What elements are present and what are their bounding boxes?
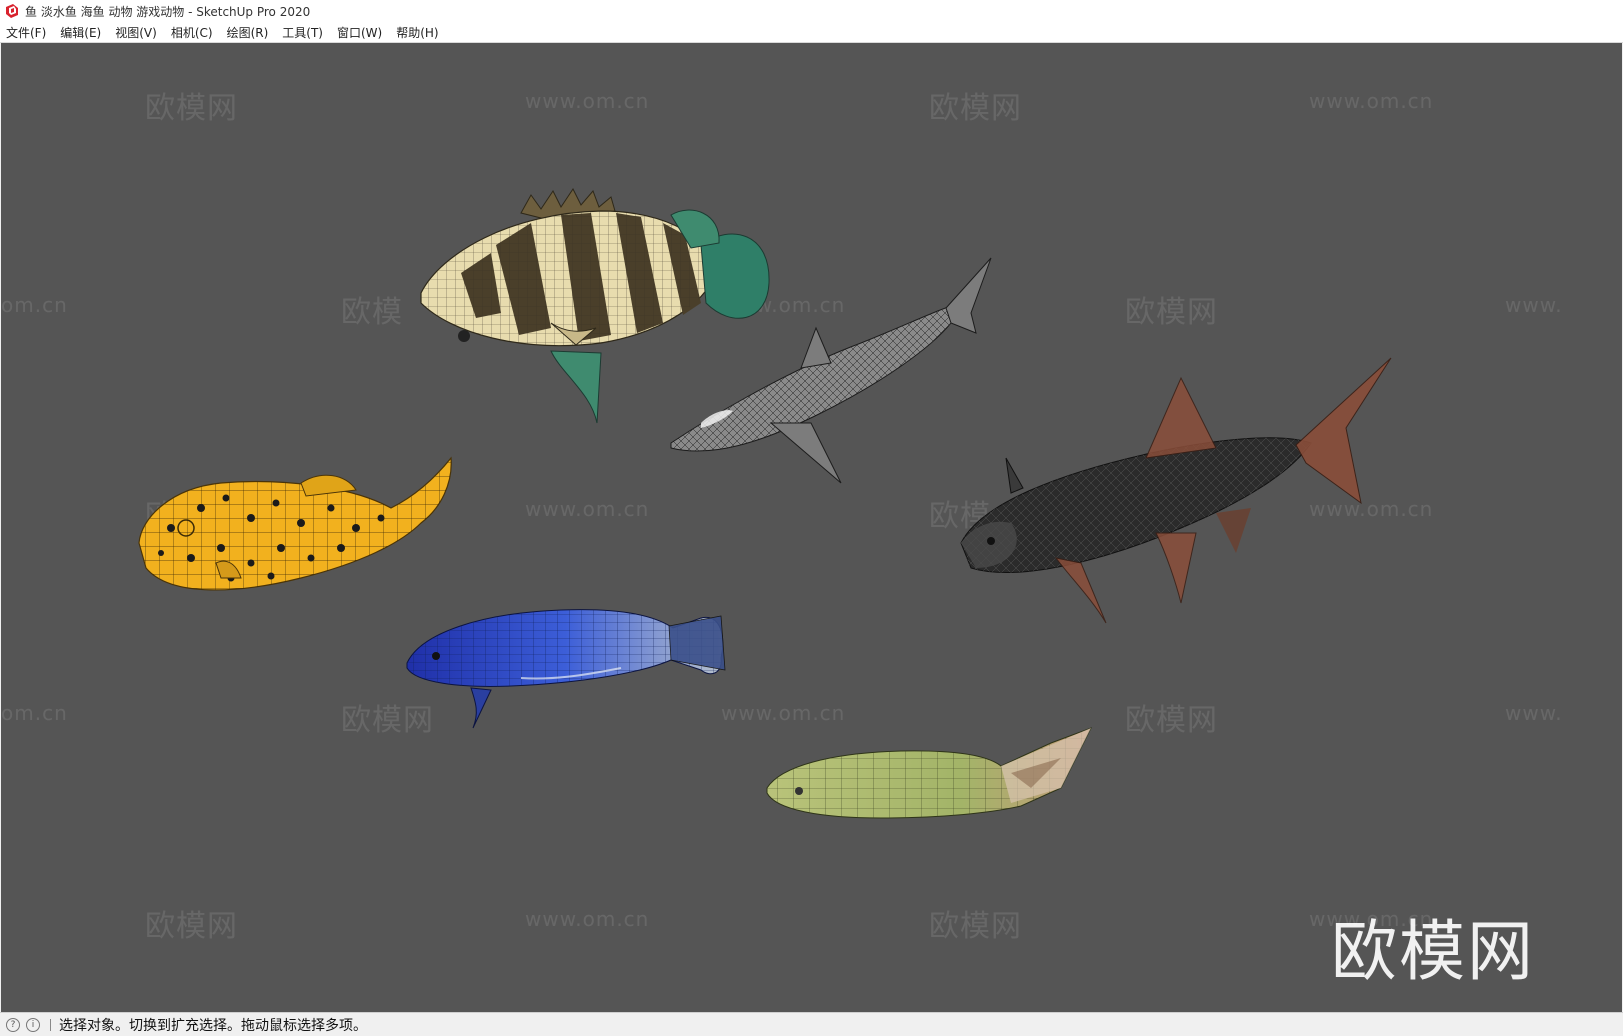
- menu-camera[interactable]: 相机(C): [164, 22, 220, 43]
- watermark-cn: 欧模网: [1125, 703, 1218, 738]
- watermark-cn: 欧模网: [145, 91, 238, 126]
- shark-model[interactable]: [661, 253, 1001, 513]
- status-divider: [50, 1018, 51, 1031]
- watermark-cn: 欧模网: [929, 909, 1022, 944]
- watermark-url: www.om.cn: [1309, 89, 1434, 113]
- sketchup-logo-icon: [6, 4, 18, 18]
- green-wrasse-model[interactable]: [761, 718, 1101, 828]
- watermark-cn-partial: 欧模: [341, 295, 403, 330]
- menu-window[interactable]: 窗口(W): [330, 22, 389, 43]
- menu-help[interactable]: 帮助(H): [389, 22, 445, 43]
- model-viewport[interactable]: 欧模网 www.om.cn 欧模网 www.om.cn om.cn 欧模 www…: [1, 43, 1622, 1012]
- watermark-url-partial: www.: [1505, 293, 1563, 317]
- title-bar: 鱼 淡水鱼 海鱼 动物 游戏动物 - SketchUp Pro 2020: [0, 0, 1623, 22]
- watermark-url-partial: www.: [1505, 701, 1563, 725]
- watermark-cn: 欧模网: [929, 91, 1022, 126]
- status-bar: ? i 选择对象。切换到扩充选择。拖动鼠标选择多项。: [0, 1012, 1623, 1036]
- menu-bar: 文件(F) 编辑(E) 视图(V) 相机(C) 绘图(R) 工具(T) 窗口(W…: [0, 22, 1623, 43]
- info-circle-icon[interactable]: i: [26, 1017, 40, 1032]
- watermark-url: www.om.cn: [525, 497, 650, 521]
- menu-file[interactable]: 文件(F): [0, 22, 53, 43]
- brand-logo-watermark: 欧模网: [1331, 913, 1535, 990]
- blue-cichlid-model[interactable]: [401, 598, 741, 729]
- dark-carp-model[interactable]: [951, 353, 1401, 633]
- menu-tools[interactable]: 工具(T): [275, 22, 330, 43]
- window-title: 鱼 淡水鱼 海鱼 动物 游戏动物 - SketchUp Pro 2020: [25, 4, 311, 19]
- watermark-url-partial: om.cn: [1, 293, 68, 317]
- watermark-url: www.om.cn: [525, 907, 650, 931]
- watermark-url: www.om.cn: [525, 89, 650, 113]
- status-message: 选择对象。切换到扩充选择。拖动鼠标选择多项。: [59, 1017, 367, 1034]
- menu-view[interactable]: 视图(V): [108, 22, 164, 43]
- menu-edit[interactable]: 编辑(E): [53, 22, 108, 43]
- watermark-url-partial: om.cn: [1, 701, 68, 725]
- help-circle-icon[interactable]: ?: [6, 1017, 20, 1032]
- watermark-cn: 欧模网: [145, 909, 238, 944]
- watermark-cn: 欧模网: [1125, 295, 1218, 330]
- yellow-boxfish-model[interactable]: [131, 448, 471, 608]
- menu-draw[interactable]: 绘图(R): [220, 22, 276, 43]
